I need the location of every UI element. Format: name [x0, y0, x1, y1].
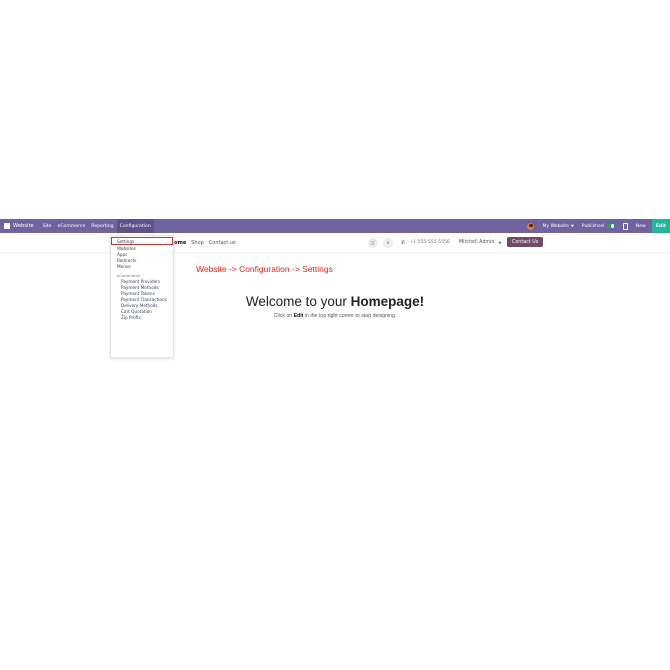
nav-contact[interactable]: Contact us — [209, 240, 236, 246]
contact-us-button[interactable]: Contact Us — [507, 237, 544, 247]
app-brand[interactable]: Website — [13, 223, 34, 229]
user-menu[interactable]: Mitchell Admin ▼ — [459, 233, 501, 252]
website-switcher[interactable]: My Website ▼ — [542, 224, 573, 229]
mobile-preview-icon[interactable] — [622, 222, 628, 230]
menu-configuration[interactable]: Configuration — [116, 219, 154, 233]
user-avatar[interactable] — [527, 222, 535, 230]
toggle-switch-icon[interactable] — [606, 223, 615, 229]
phone-icon: ✆ — [401, 239, 406, 246]
tagline-after: in the top right corner to start designi… — [303, 313, 397, 319]
dropdown-item-menus[interactable]: Menus — [111, 264, 173, 270]
menu-site[interactable]: Site — [40, 219, 55, 233]
welcome-bold: Homepage! — [350, 294, 425, 309]
published-toggle[interactable]: Published — [582, 224, 615, 229]
menu-reporting[interactable]: Reporting — [88, 219, 116, 233]
navigation-path-annotation: Website -> Configuration -> Settings — [196, 264, 333, 274]
search-icon[interactable]: ⌕ — [383, 238, 393, 248]
admin-topbar: Website Site eCommerce Reporting Configu… — [0, 219, 670, 233]
phone-link[interactable]: ✆ +1 555-555-5556 — [401, 233, 450, 252]
menu-ecommerce[interactable]: eCommerce — [55, 219, 89, 233]
new-button[interactable]: New — [636, 224, 646, 229]
page-title: Welcome to your Homepage! — [0, 294, 670, 309]
nav-shop[interactable]: Shop — [191, 240, 204, 246]
page-tagline: Click on Edit in the top right corner to… — [0, 313, 670, 319]
chevron-down-icon: ▼ — [498, 240, 502, 245]
chevron-down-icon: ▼ — [570, 224, 574, 228]
edit-button[interactable]: Edit — [651, 219, 670, 233]
phone-number: +1 555-555-5556 — [409, 240, 450, 245]
tagline-edit: Edit — [293, 313, 304, 319]
website-switcher-label: My Website — [542, 223, 569, 229]
apps-grid-icon[interactable] — [4, 223, 10, 229]
published-label: Published — [581, 223, 604, 229]
website-navbar: Home Shop Contact us 🛒 ⌕ ✆ +1 555-555-55… — [0, 233, 670, 253]
welcome-prefix: Welcome to your — [245, 294, 351, 309]
tagline-before: Click on — [273, 313, 294, 319]
user-name: Mitchell Admin — [459, 240, 495, 245]
cart-icon[interactable]: 🛒 — [368, 238, 378, 248]
dropdown-item-settings[interactable]: Settings — [111, 237, 173, 245]
